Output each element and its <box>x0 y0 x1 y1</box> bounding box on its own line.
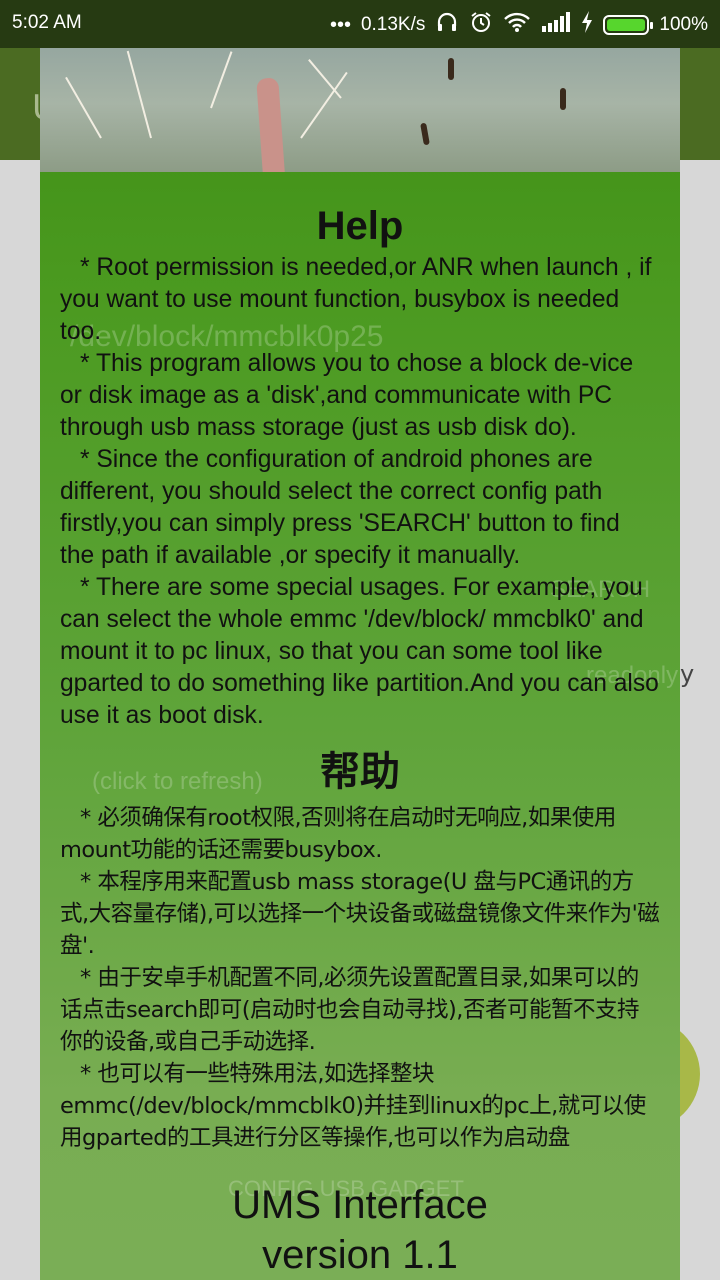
help-title: Help <box>316 204 404 248</box>
help-dialog: /dev/block/mmcblk0p25 SEARCH readonly (c… <box>40 48 680 1280</box>
wifi-icon <box>503 11 531 39</box>
headphones-icon <box>435 10 459 40</box>
status-icons: ••• 0.13K/s 100% <box>330 10 708 40</box>
app-name: UMS Interface <box>232 1183 488 1227</box>
help-title-zh: 帮助 <box>320 749 400 795</box>
app-version: version 1.1 <box>262 1233 458 1277</box>
alarm-icon <box>469 10 493 40</box>
battery-percent: 100% <box>659 14 708 35</box>
dandelion-banner <box>40 48 680 172</box>
help-paragraph: * This program allows you to chose a blo… <box>60 350 634 441</box>
battery-icon <box>603 15 654 35</box>
help-paragraph-zh: * 本程序用来配置usb mass storage(U 盘与PC通讯的方式,大容… <box>60 869 660 959</box>
more-icon: ••• <box>329 14 351 36</box>
help-content: Help * Root permission is needed,or ANR … <box>60 200 660 1154</box>
help-paragraph: * Since the configuration of android pho… <box>60 446 620 569</box>
help-paragraph-zh: * 必须确保有root权限,否则将在启动时无响应,如果使用mount功能的话还需… <box>60 805 616 863</box>
status-bar: 5:02 AM ••• 0.13K/s 100% <box>0 0 720 48</box>
help-paragraph: * Root permission is needed,or ANR when … <box>60 254 652 345</box>
network-speed: 0.13K/s <box>360 14 426 35</box>
readonly-checkbox-label: y <box>680 660 695 688</box>
status-time: 5:02 AM <box>12 12 82 33</box>
signal-icon <box>541 12 571 38</box>
dialog-footer: UMS Interface version 1.1 <box>40 1180 680 1280</box>
help-paragraph-zh: * 也可以有一些特殊用法,如选择整块emmc(/dev/block/mmcblk… <box>60 1061 646 1151</box>
help-paragraph-zh: * 由于安卓手机配置不同,必须先设置配置目录,如果可以的话点击search即可(… <box>60 965 639 1055</box>
charging-icon <box>581 11 593 39</box>
help-paragraph: * There are some special usages. For exa… <box>60 574 659 729</box>
